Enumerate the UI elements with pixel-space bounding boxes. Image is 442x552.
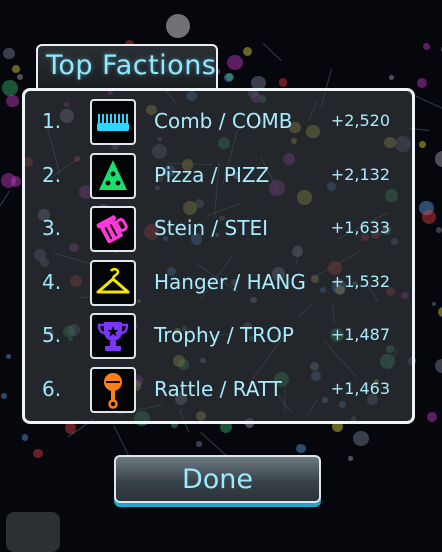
map-node [389,74,395,80]
faction-row: 6. Rattle / RATT +1,463 [0,364,442,418]
pizza-icon [90,153,136,199]
faction-row: 5. Trophy / TROP +1,487 [0,310,442,364]
stein-icon [90,206,136,252]
faction-row: 3. Stein / STEI +1,633 [0,203,442,257]
faction-score: +1,463 [330,379,390,398]
map-node [278,78,287,87]
faction-score: +2,132 [330,165,390,184]
map-node [416,77,428,88]
faction-rank: 4. [42,270,62,294]
faction-score: +1,633 [330,218,390,237]
faction-name: Pizza / PIZZ [154,163,270,187]
rattle-icon [90,367,136,413]
faction-score: +2,520 [330,111,390,130]
faction-rank: 5. [42,323,62,347]
faction-score: +1,532 [330,272,390,291]
trophy-icon [90,313,136,359]
faction-name: Trophy / TROP [154,323,294,347]
faction-name: Hanger / HANG [154,270,306,294]
map-node [16,74,23,81]
page-title: Top Factions [46,50,217,81]
corner-button[interactable] [6,512,60,552]
faction-score: +1,487 [330,325,390,344]
map-node [225,72,234,81]
map-node [166,14,190,38]
map-node [196,441,202,447]
faction-name: Rattle / RATT [154,377,283,401]
faction-row: 2. Pizza / PIZZ +2,132 [0,150,442,204]
faction-name: Stein / STEI [154,216,268,240]
map-node [33,448,43,458]
map-node [12,65,21,74]
map-node [348,456,353,461]
hanger-icon [90,260,136,306]
faction-row: 1. Comb / COMB +2,520 [0,96,442,150]
faction-rank: 6. [42,377,62,401]
faction-name: Comb / COMB [154,109,293,133]
map-node [2,80,18,96]
map-node [227,54,243,71]
map-node [296,443,306,453]
faction-rank: 2. [42,163,62,187]
done-button[interactable]: Done [114,455,321,503]
faction-row: 4. Hanger / HANG +1,532 [0,257,442,311]
map-node [3,47,16,60]
map-node [22,434,29,441]
map-link [113,425,131,459]
faction-rank: 3. [42,216,62,240]
map-node [353,430,369,447]
map-node [242,47,253,57]
map-link [262,43,282,62]
comb-icon [90,99,136,145]
map-node [422,42,430,51]
faction-rank: 1. [42,109,62,133]
